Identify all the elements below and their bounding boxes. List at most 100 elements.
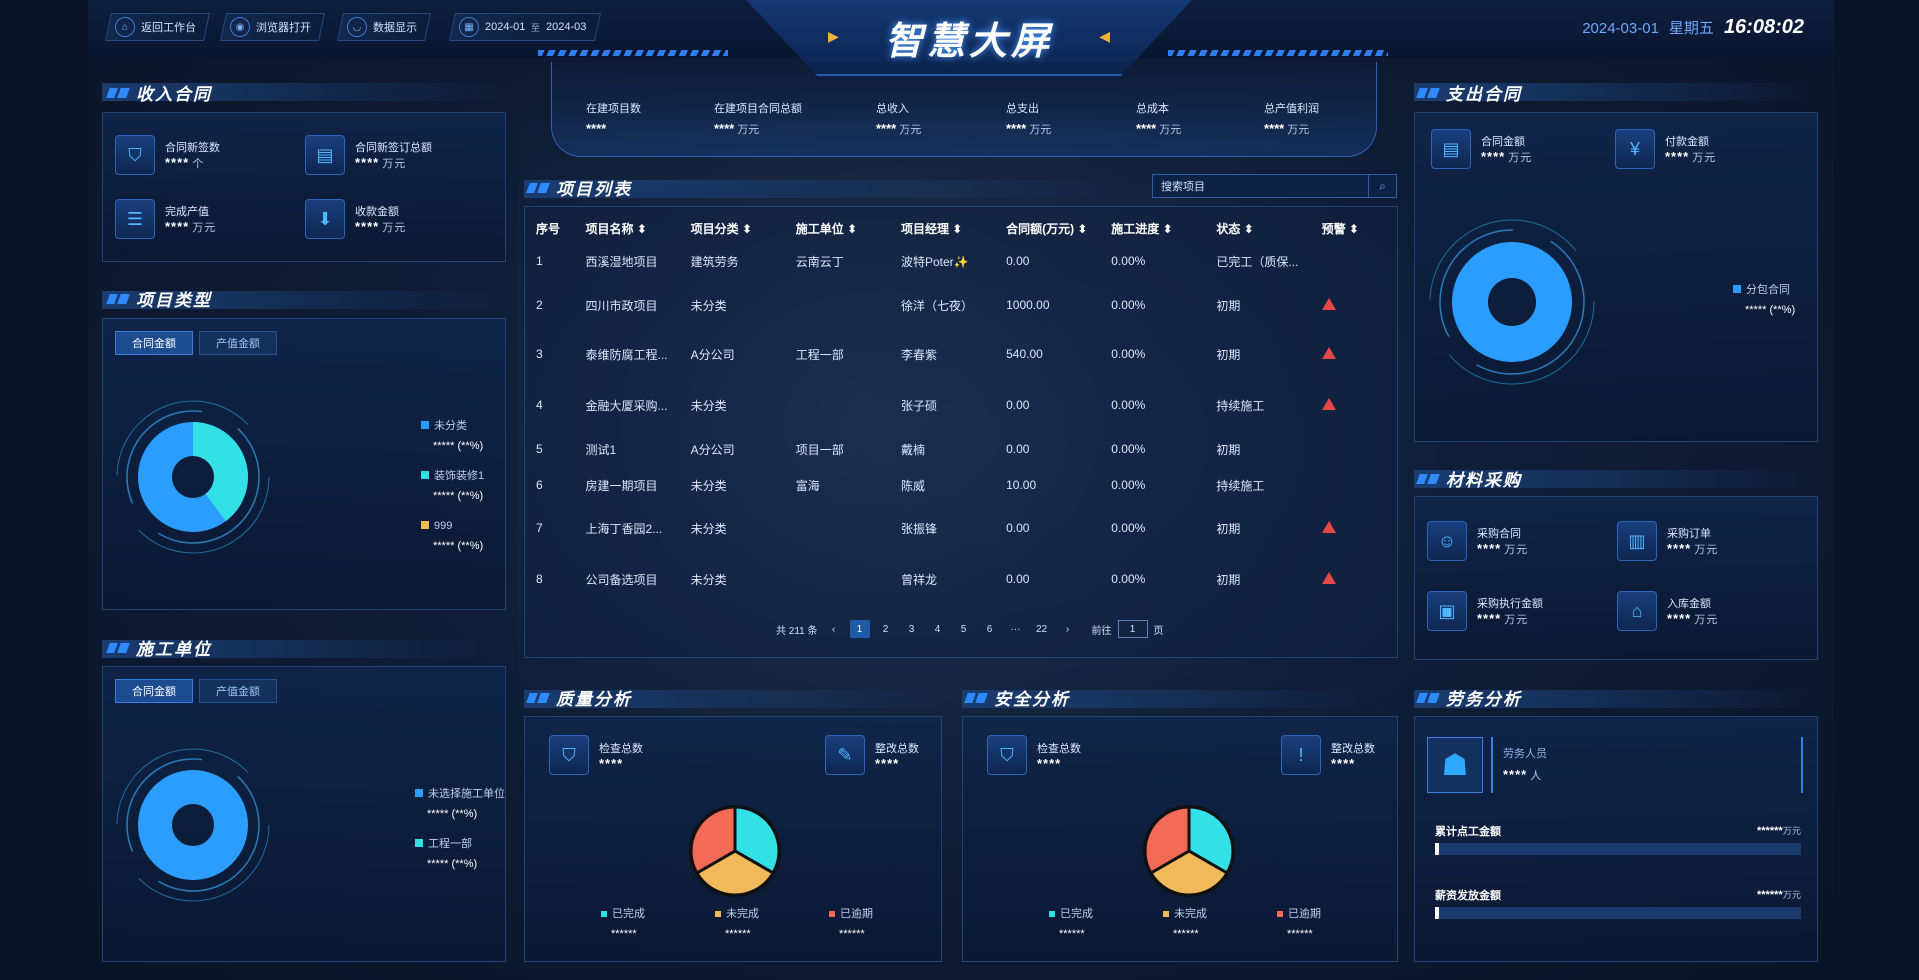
date-to: 2024-03: [546, 21, 587, 33]
labor-bar-2: [1435, 907, 1801, 919]
date-from: 2024-01: [485, 21, 526, 33]
legend-item: 未完成 ******: [715, 907, 759, 941]
date-range-picker[interactable]: ▦ 2024-01 至 2024-03: [449, 13, 601, 41]
prev-page-button[interactable]: ‹: [824, 620, 844, 638]
col-name[interactable]: 项目名称 ⬍: [577, 216, 682, 240]
labor-bar-1-header: 累计点工金额 ******万元: [1435, 825, 1801, 838]
tab-output-amount[interactable]: 产值金额: [199, 679, 277, 703]
page-button[interactable]: 22: [1032, 620, 1052, 638]
col-progress[interactable]: 施工进度 ⬍: [1103, 216, 1208, 240]
table-row[interactable]: 5 测试1 A分公司 项目一部 戴楠 0.00 0.00% 初期: [528, 430, 1394, 468]
back-to-workbench-button[interactable]: ⌂ 返回工作台: [105, 13, 210, 41]
globe-icon: ◉: [230, 17, 250, 37]
table-row[interactable]: 1 西溪湿地项目 建筑劳务 云南云丁 波特Poter✨ 0.00 0.00% 已完工（质保..…: [528, 240, 1394, 282]
quality-title: 质量分析: [526, 685, 632, 710]
shield-edit-icon: ✎: [825, 735, 865, 775]
warehouse-icon: ⌂: [1617, 591, 1657, 631]
labor-staff: 劳务人员 **** 人: [1491, 737, 1803, 793]
tab-contract-amount[interactable]: 合同金额: [115, 331, 193, 355]
page-ellipsis[interactable]: ···: [1006, 620, 1026, 638]
construction-unit-title: 施工单位: [106, 635, 212, 660]
labor-bar-2-header: 薪资发放金额 ******万元: [1435, 889, 1801, 902]
table-row[interactable]: 8 公司备选项目 未分类 曾祥龙 0.00 0.00% 初期: [528, 554, 1394, 604]
project-type-legend: 未分类 ***** (**%) 装饰装修1 ***** (**%) 999 **…: [421, 419, 484, 569]
bag-icon: ▣: [1427, 591, 1467, 631]
goto-label: 前往: [1091, 625, 1112, 637]
col-status[interactable]: 状态 ⬍: [1208, 216, 1313, 240]
database-icon: ☰: [115, 199, 155, 239]
display-label: 数据显示: [373, 22, 417, 34]
col-category[interactable]: 项目分类 ⬍: [683, 216, 788, 240]
tab-contract-amount[interactable]: 合同金额: [115, 679, 193, 703]
income-panel: ⛉ 合同新签数 **** 个 ▤ 合同新签订总额 **** 万元 ☰ 完成产值 **** 万…: [102, 112, 506, 262]
legend-item: 已完成 ******: [1049, 907, 1093, 941]
header-decoration-left: [538, 50, 728, 56]
quality-fix-total: ✎ 整改总数 ****: [825, 735, 919, 775]
safety-title: 安全分析: [964, 685, 1070, 710]
page-jump-input[interactable]: 1: [1117, 620, 1148, 638]
table-row[interactable]: 4 金融大厦采购... 未分类 张子硕 0.00 0.00% 持续施工: [528, 380, 1394, 430]
legend-item: 分包合同: [1733, 283, 1795, 297]
legend-item: 999: [421, 519, 484, 533]
safety-check-total: ⛉ 检查总数 ****: [987, 735, 1081, 775]
col-manager[interactable]: 项目经理 ⬍: [893, 216, 998, 240]
col-amount[interactable]: 合同额(万元) ⬍: [998, 216, 1103, 240]
table-row[interactable]: 6 房建一期项目 未分类 富海 陈威 10.00 0.00% 持续施工: [528, 468, 1394, 502]
legend-item: 已逾期 ******: [1277, 907, 1321, 941]
page-button[interactable]: 2: [876, 620, 896, 638]
stat-profit: 总产值利润 **** 万元: [1264, 103, 1319, 136]
search-input[interactable]: 搜索项目 ⌕: [1152, 174, 1397, 198]
data-display-button[interactable]: ◡ 数据显示: [337, 13, 431, 41]
browser-label: 浏览器打开: [256, 22, 311, 34]
pagination: 共 211 条 ‹ 1 2 3 4 5 6 ··· 22 › 前往 1 页: [776, 620, 1164, 638]
legend-item: 未完成 ******: [1163, 907, 1207, 941]
current-time: 16:08:02: [1723, 16, 1804, 38]
eye-icon: ◡: [347, 17, 367, 37]
table-row[interactable]: 3 泰维防腐工程... A分公司 工程一部 李春紫 540.00 0.00% 初期: [528, 328, 1394, 380]
page-button[interactable]: 4: [928, 620, 948, 638]
kpi-payment: ¥ 付款金额 **** 万元: [1615, 129, 1716, 169]
col-unit[interactable]: 施工单位 ⬍: [788, 216, 893, 240]
next-page-button[interactable]: ›: [1058, 620, 1078, 638]
quality-panel: ⛉ 检查总数 **** ✎ 整改总数 **** 已完成 ****** 未完成 *****…: [524, 716, 942, 962]
project-type-panel: 合同金额 产值金额 未分类 ***** (**%) 装饰装修1 ***** (*…: [102, 318, 506, 610]
table-row[interactable]: 2 四川市政项目 未分类 徐洋（七夜） 1000.00 0.00% 初期: [528, 282, 1394, 328]
stat-projects: 在建项目数 ****: [586, 103, 641, 136]
page-button[interactable]: 5: [954, 620, 974, 638]
document-icon: ▤: [305, 135, 345, 175]
home-icon: ⌂: [115, 17, 135, 37]
warning-icon: [1321, 346, 1336, 359]
kpi-warehouse-in: ⌂ 入库金额 **** 万元: [1617, 591, 1718, 631]
safety-panel: ⛉ 检查总数 **** ! 整改总数 **** 已完成 ****** 未完成 *****…: [962, 716, 1398, 962]
construction-unit-legend: 未选择施工单位 ***** (**%) 工程一部 ***** (**%): [415, 787, 505, 887]
page-button[interactable]: 6: [980, 620, 1000, 638]
expense-donut: [1429, 219, 1595, 385]
expense-legend: 分包合同 ***** (**%): [1733, 283, 1795, 333]
kpi-new-contract-total: ▤ 合同新签订总额 **** 万元: [305, 135, 432, 175]
open-in-browser-button[interactable]: ◉ 浏览器打开: [220, 13, 325, 41]
safety-legend: 已完成 ****** 未完成 ****** 已逾期 ******: [1049, 907, 1321, 941]
labor-title: 劳务分析: [1416, 685, 1522, 710]
page-button[interactable]: 1: [849, 620, 870, 638]
warning-icon: [1321, 397, 1336, 410]
stat-contract-total: 在建项目合同总额 **** 万元: [714, 103, 802, 136]
legend-item: 已完成 ******: [601, 907, 645, 941]
stat-cost: 总成本 **** 万元: [1136, 103, 1182, 136]
shield-alert-icon: !: [1281, 735, 1321, 775]
project-type-donut: [116, 400, 270, 554]
clipboard-icon: ▥: [1617, 521, 1657, 561]
labor-bar-1: [1435, 843, 1801, 855]
kpi-purchase-order: ▥ 采购订单 **** 万元: [1617, 521, 1718, 561]
kpi-new-contracts: ⛉ 合同新签数 **** 个: [115, 135, 220, 175]
kpi-expense-contract: ▤ 合同金额 **** 万元: [1431, 129, 1532, 169]
tab-output-amount[interactable]: 产值金额: [199, 331, 277, 355]
search-icon[interactable]: ⌕: [1368, 175, 1396, 197]
shield-icon: ⛉: [115, 135, 155, 175]
worker-icon: ☗: [1427, 737, 1483, 793]
col-warning[interactable]: 预警 ⬍: [1314, 216, 1394, 240]
table-row[interactable]: 7 上海丁香园2... 未分类 张振锋 0.00 0.00% 初期: [528, 502, 1394, 554]
kpi-purchase-exec: ▣ 采购执行金额 **** 万元: [1427, 591, 1543, 631]
project-list-title: 项目列表: [526, 175, 632, 200]
calendar-icon: ▦: [459, 17, 479, 37]
page-button[interactable]: 3: [902, 620, 922, 638]
